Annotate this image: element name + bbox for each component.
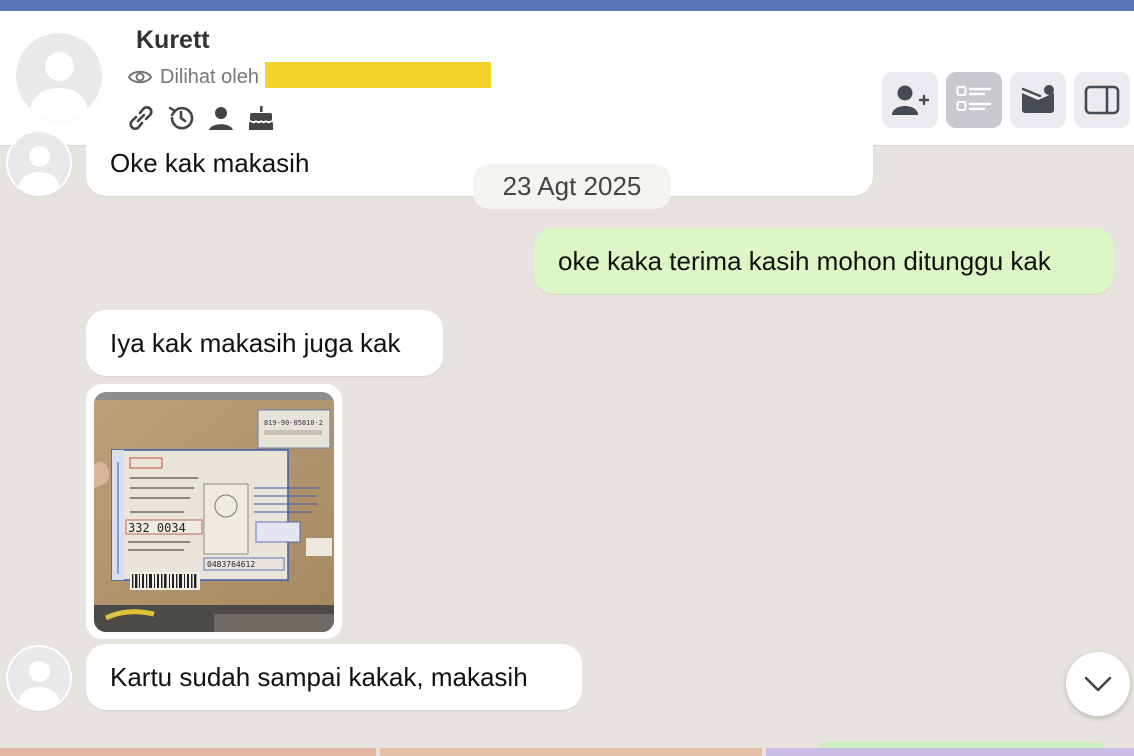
package-photo[interactable]: 819-90-05810-2 332 0034 0483764612 bbox=[94, 392, 334, 632]
checklist-icon bbox=[956, 86, 992, 111]
bottom-strip-segment bbox=[0, 748, 376, 756]
header-actions bbox=[882, 72, 1130, 128]
bottom-strip-segment bbox=[380, 748, 762, 756]
chat-header: Kurett Dilihat oleh bbox=[0, 11, 1134, 146]
redaction-mark bbox=[265, 62, 491, 88]
scroll-to-bottom-button[interactable] bbox=[1066, 652, 1130, 716]
side-panel-button[interactable] bbox=[1074, 72, 1130, 128]
add-contact-icon bbox=[892, 85, 929, 115]
image-message[interactable]: 819-90-05810-2 332 0034 0483764612 bbox=[86, 384, 342, 639]
postal-code-text: 332 0034 bbox=[128, 521, 186, 535]
seen-by-row: Dilihat oleh bbox=[128, 64, 259, 90]
contact-name[interactable]: Kurett bbox=[136, 26, 210, 55]
message-bubble-outgoing[interactable]: oke kaka terima kasih mohon ditunggu kak bbox=[534, 228, 1114, 294]
sender-avatar bbox=[8, 132, 70, 194]
cake-icon[interactable] bbox=[246, 103, 276, 133]
sender-avatar bbox=[8, 647, 70, 709]
mail-badge-icon bbox=[1021, 85, 1054, 113]
message-bubble-incoming[interactable]: Iya kak makasih juga kak bbox=[86, 310, 443, 376]
tracking-number-text: 819-90-05810-2 bbox=[264, 419, 323, 427]
seen-by-label: Dilihat oleh bbox=[160, 65, 259, 88]
bottom-strip-highlight bbox=[818, 742, 1104, 748]
link-icon[interactable] bbox=[126, 103, 156, 133]
side-panel-icon bbox=[1084, 85, 1120, 115]
chevron-down-icon bbox=[1084, 676, 1112, 692]
message-bubble-incoming[interactable]: Kartu sudah sampai kakak, makasih bbox=[86, 644, 582, 710]
add-contact-button[interactable] bbox=[882, 72, 938, 128]
contact-avatar[interactable] bbox=[16, 33, 102, 119]
mail-button[interactable] bbox=[1010, 72, 1066, 128]
contact-info-icons bbox=[126, 103, 276, 133]
top-accent-bar bbox=[0, 0, 1134, 11]
person-icon[interactable] bbox=[206, 103, 236, 133]
eye-icon bbox=[128, 70, 152, 84]
checklist-button[interactable] bbox=[946, 72, 1002, 128]
barcode-number-text: 0483764612 bbox=[207, 560, 255, 569]
date-separator: 23 Agt 2025 bbox=[473, 164, 671, 209]
bottom-strip-segment bbox=[766, 748, 1134, 756]
history-icon[interactable] bbox=[166, 103, 196, 133]
